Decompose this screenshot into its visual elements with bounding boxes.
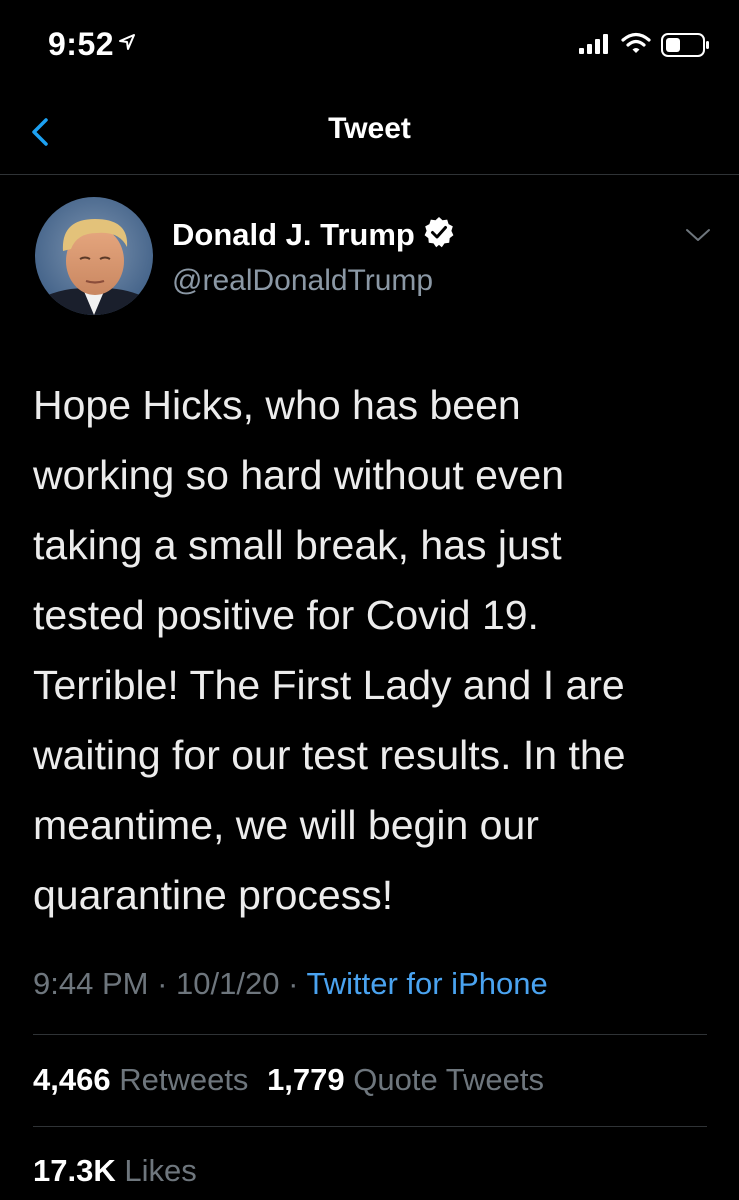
battery-icon bbox=[661, 33, 711, 62]
location-arrow-icon bbox=[118, 33, 136, 56]
avatar[interactable] bbox=[35, 197, 153, 315]
quote-tweets-stat[interactable]: 1,779 Quote Tweets bbox=[267, 1062, 544, 1097]
nav-bar: Tweet bbox=[0, 90, 739, 175]
tweet-meta: 9:44 PM · 10/1/20 · Twitter for iPhone bbox=[33, 966, 548, 1002]
retweets-label: Retweets bbox=[119, 1062, 249, 1097]
chevron-down-icon bbox=[686, 229, 710, 241]
retweets-count: 4,466 bbox=[33, 1062, 111, 1097]
divider bbox=[33, 1126, 707, 1127]
likes-label: Likes bbox=[124, 1153, 197, 1188]
divider bbox=[33, 1034, 707, 1035]
author-name[interactable]: Donald J. Trump bbox=[172, 217, 415, 253]
likes-stat[interactable]: 17.3K Likes bbox=[33, 1153, 197, 1188]
meta-separator: · bbox=[157, 966, 168, 1001]
wifi-icon bbox=[621, 31, 651, 60]
likes-count: 17.3K bbox=[33, 1153, 116, 1188]
quote-tweets-label: Quote Tweets bbox=[353, 1062, 544, 1097]
stats-row-likes: 17.3K Likes bbox=[33, 1153, 197, 1189]
author-name-row[interactable]: Donald J. Trump bbox=[172, 216, 455, 253]
tweet-source-link[interactable]: Twitter for iPhone bbox=[306, 966, 547, 1001]
quote-tweets-count: 1,779 bbox=[267, 1062, 345, 1097]
cellular-signal-icon bbox=[579, 34, 611, 59]
tweet-text: Hope Hicks, who has been working so hard… bbox=[33, 382, 626, 918]
more-options-button[interactable] bbox=[684, 226, 712, 249]
author-handle[interactable]: @realDonaldTrump bbox=[172, 264, 433, 298]
verified-badge-icon bbox=[423, 216, 455, 253]
retweets-stat[interactable]: 4,466 Retweets bbox=[33, 1062, 257, 1097]
page-title: Tweet bbox=[328, 112, 411, 145]
meta-separator: · bbox=[288, 966, 299, 1001]
tweet-time[interactable]: 9:44 PM bbox=[33, 966, 148, 1001]
stats-row-retweets: 4,466 Retweets 1,779 Quote Tweets bbox=[33, 1062, 544, 1098]
status-bar: 9:52 bbox=[0, 0, 739, 90]
status-time: 9:52 bbox=[48, 26, 115, 62]
tweet-date[interactable]: 10/1/20 bbox=[176, 966, 279, 1001]
